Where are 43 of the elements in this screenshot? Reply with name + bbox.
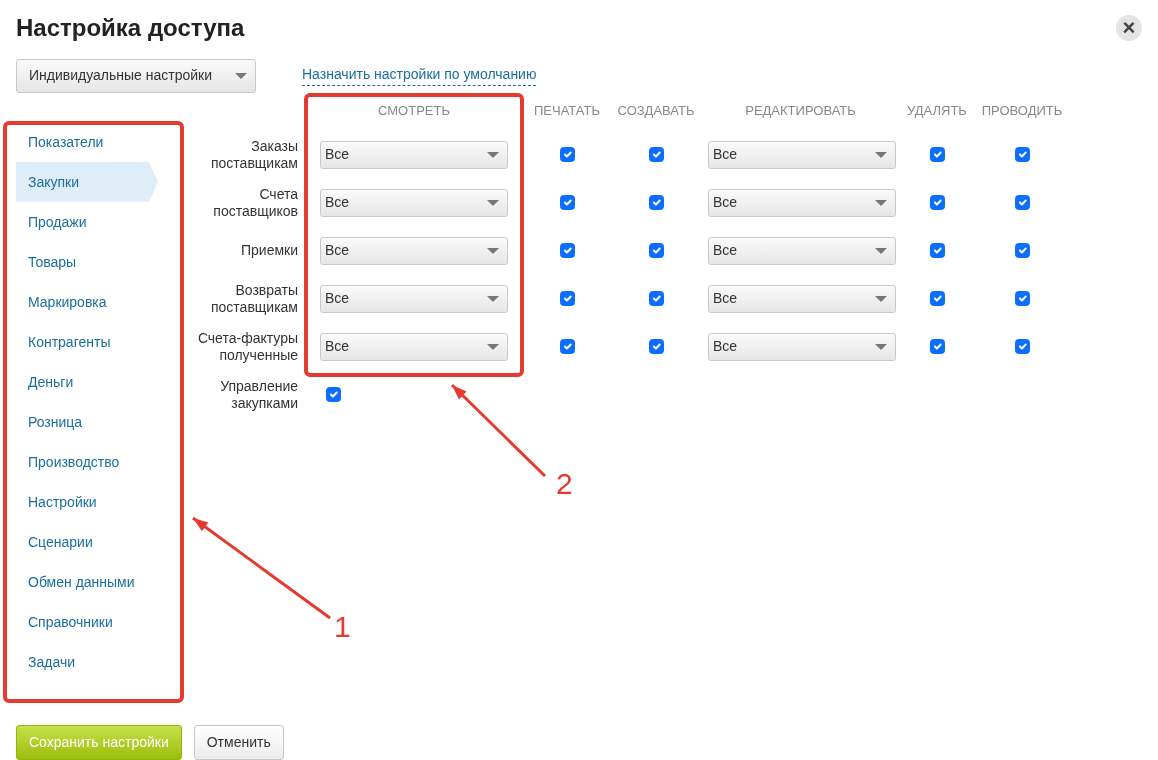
column-header: ПРОВОДИТЬ — [980, 101, 1064, 120]
row-label: Возвраты поставщикам — [209, 282, 299, 316]
row-label: Счета-фактуры полученные — [196, 330, 299, 364]
sidebar-item[interactable]: Деньги — [16, 361, 158, 402]
annotation-number: 2 — [556, 469, 573, 499]
edit-dropdown[interactable]: Все — [708, 236, 896, 265]
sidebar-item[interactable]: Маркировка — [16, 281, 158, 322]
sidebar-item[interactable]: Розница — [16, 401, 158, 442]
edit-dropdown[interactable]: Все — [708, 284, 896, 313]
row-label: Управление закупками — [219, 378, 299, 412]
edit-dropdown[interactable]: Все — [708, 188, 896, 217]
row-label: Заказы поставщикам — [209, 138, 299, 172]
sidebar-item[interactable]: Сценарии — [16, 521, 158, 562]
sidebar-item[interactable]: Справочники — [16, 601, 158, 642]
sidebar-item[interactable]: Контрагенты — [16, 321, 158, 362]
sidebar-item[interactable]: Показатели — [16, 121, 158, 162]
sidebar-item[interactable]: Товары — [16, 241, 158, 282]
dialog-title: Настройка доступа — [16, 14, 245, 43]
close-button[interactable]: × — [1116, 15, 1142, 42]
sidebar-item[interactable]: Производство — [16, 441, 158, 482]
annotation-number: 1 — [334, 612, 351, 642]
default-settings-link[interactable]: Назначить настройки по умолчанию — [302, 63, 537, 86]
row-label: Счета поставщиков — [212, 186, 299, 220]
column-header: УДАЛЯТЬ — [906, 101, 968, 120]
sidebar-item[interactable]: Задачи — [16, 641, 158, 682]
view-dropdown[interactable]: Все — [320, 236, 508, 265]
view-dropdown[interactable]: Все — [320, 332, 508, 361]
column-header: СМОТРЕТЬ — [377, 101, 451, 120]
sidebar-item[interactable]: Продажи — [16, 201, 158, 242]
view-dropdown[interactable]: Все — [320, 284, 508, 313]
column-header: СОЗДАВАТЬ — [616, 101, 696, 120]
edit-dropdown[interactable]: Все — [708, 140, 896, 169]
view-dropdown[interactable]: Все — [320, 140, 508, 169]
column-header: ПЕЧАТАТЬ — [533, 101, 601, 120]
row-label: Приемки — [240, 242, 299, 260]
sidebar-item[interactable]: Настройки — [16, 481, 158, 522]
sidebar-item[interactable]: Обмен данными — [16, 561, 158, 602]
edit-dropdown[interactable]: Все — [708, 332, 896, 361]
column-header: РЕДАКТИРОВАТЬ — [744, 101, 857, 120]
view-dropdown[interactable]: Все — [320, 188, 508, 217]
sidebar-item[interactable]: Закупки — [16, 161, 158, 202]
mode-dropdown[interactable]: Индивидуальные настройки — [16, 58, 256, 93]
cancel-button[interactable]: Отменить — [193, 725, 284, 760]
